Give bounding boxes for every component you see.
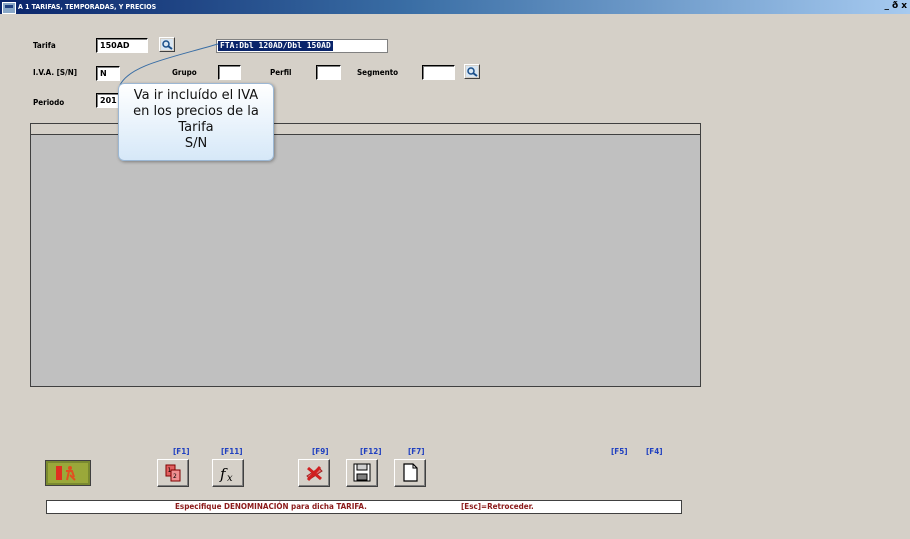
exit-icon <box>48 463 88 483</box>
status-hint: [Esc]=Retroceder. <box>461 502 534 511</box>
tarifa-description-input[interactable]: FTA:Dbl 120AD/Dbl 150AD <box>216 39 388 53</box>
window-controls: _ ð x <box>884 1 909 12</box>
iva-help-tooltip: Va ir incluído el IVA en los precios de … <box>118 83 274 161</box>
minimize-button[interactable]: _ <box>884 1 891 12</box>
exit-button[interactable] <box>45 460 91 486</box>
tarifa-description-text: FTA:Dbl 120AD/Dbl 150AD <box>218 41 333 51</box>
segmento-label: Segmento <box>357 68 399 77</box>
restore-button[interactable]: ð <box>891 1 899 12</box>
new-document-icon <box>403 463 418 482</box>
tooltip-line: Tarifa <box>178 120 214 135</box>
svg-text:1: 1 <box>168 467 172 474</box>
reorder-icon: 1 2 <box>165 464 181 482</box>
segmento-lookup-button[interactable] <box>464 64 480 79</box>
save-button[interactable] <box>346 459 378 487</box>
tooltip-line: en los precios de la <box>133 104 259 119</box>
status-bar: Especifique DENOMINACIÓN para dicha TARI… <box>46 500 682 514</box>
f5-key-label: [F5] <box>611 447 628 456</box>
f1-key-label: [F1] <box>173 447 190 456</box>
segmento-input[interactable] <box>422 65 455 80</box>
iva-label: I.V.A. [S/N] <box>33 68 78 77</box>
magnifier-icon <box>466 66 478 77</box>
f9-key-label: [F9] <box>312 447 329 456</box>
title-bar: A 1 TARIFAS, TEMPORADAS, Y PRECIOS _ ð x <box>0 0 910 14</box>
app-icon <box>2 2 16 14</box>
save-icon <box>353 463 371 482</box>
svg-text:2: 2 <box>173 473 177 480</box>
perfil-label: Perfil <box>270 68 292 77</box>
periodo-label: Periodo <box>33 98 65 107</box>
window-title: A 1 TARIFAS, TEMPORADAS, Y PRECIOS <box>18 3 157 11</box>
perfil-input[interactable] <box>316 65 341 80</box>
delete-icon <box>306 465 323 482</box>
f4-key-label: [F4] <box>646 447 663 456</box>
svg-text:x: x <box>227 473 233 484</box>
function-icon: f x <box>219 465 233 484</box>
tooltip-line: S/N <box>184 136 208 151</box>
tariff-grid[interactable] <box>30 123 701 387</box>
f7-key-label: [F7] <box>408 447 425 456</box>
function-button[interactable]: f x <box>212 459 244 487</box>
f12-key-label: [F12] <box>360 447 382 456</box>
delete-button[interactable] <box>298 459 330 487</box>
f11-key-label: [F11] <box>221 447 243 456</box>
reorder-button[interactable]: 1 2 <box>157 459 189 487</box>
close-button[interactable]: x <box>900 1 908 12</box>
new-document-button[interactable] <box>394 459 426 487</box>
status-message: Especifique DENOMINACIÓN para dicha TARI… <box>175 502 367 511</box>
tooltip-line: Va ir incluído el IVA <box>133 88 259 103</box>
tarifa-label: Tarifa <box>33 41 56 50</box>
